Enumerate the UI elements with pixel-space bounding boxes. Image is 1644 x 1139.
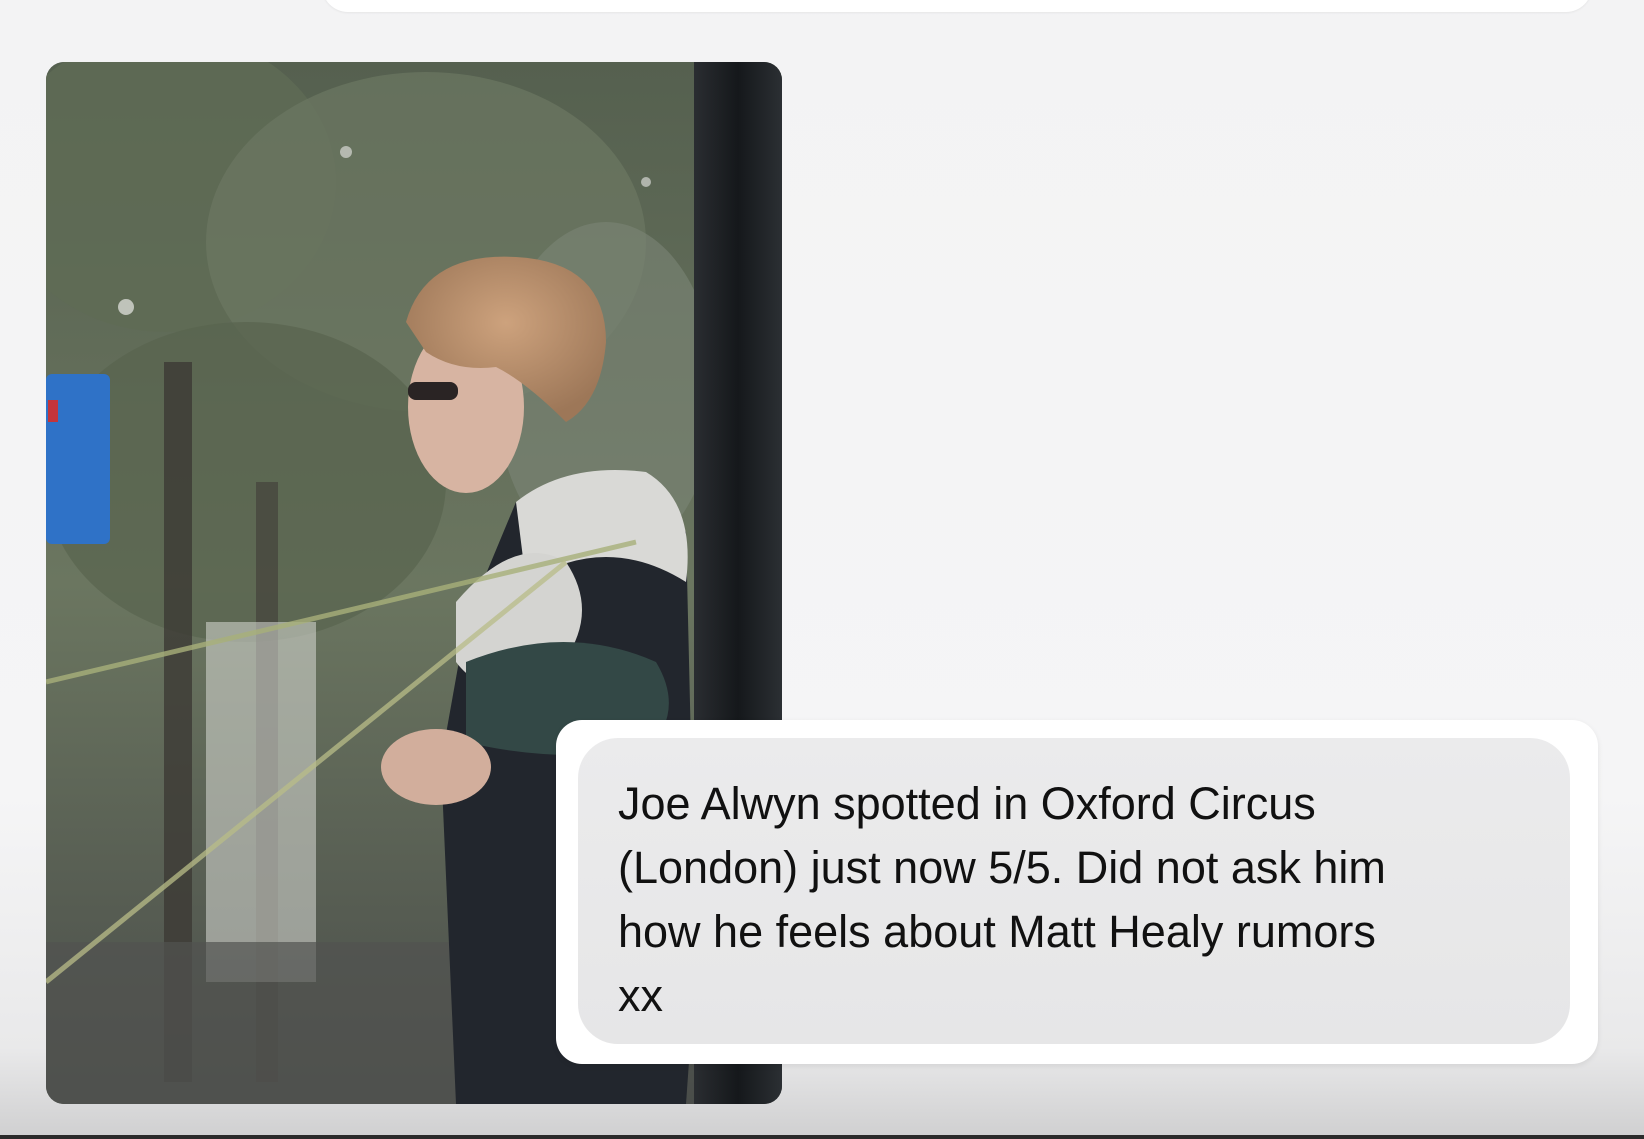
message-bubble[interactable]: Joe Alwyn spotted in Oxford Circus (Lond… [556, 720, 1598, 1064]
screen-bottom-edge [0, 1135, 1644, 1139]
chat-screen: Joe Alwyn spotted in Oxford Circus (Lond… [0, 0, 1644, 1139]
quoted-message-card: Joe Alwyn spotted in Oxford Circus (Lond… [578, 738, 1570, 1044]
previous-message-bubble[interactable] [322, 0, 1592, 12]
message-text: Joe Alwyn spotted in Oxford Circus (Lond… [618, 778, 1386, 1021]
